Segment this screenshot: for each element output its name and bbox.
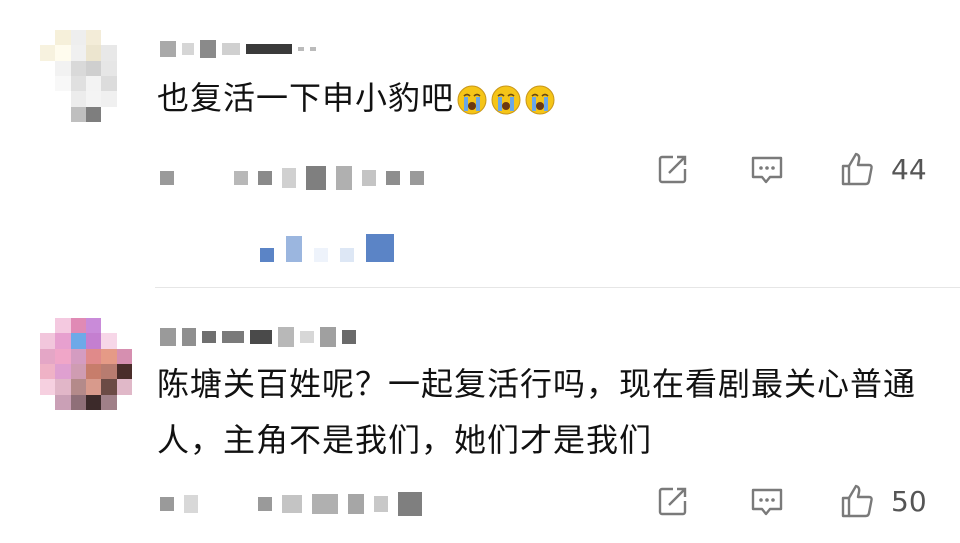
share-icon[interactable] — [655, 151, 691, 187]
crying-face-icon — [491, 85, 521, 115]
comment-item: 陈塘关百姓呢？一起复活行吗，现在看剧最关心普通人，主角不是我们，她们才是我们 5… — [0, 288, 960, 543]
crying-face-icon — [525, 85, 555, 115]
crying-face-icon — [457, 85, 487, 115]
comment-actions: 44 — [655, 151, 927, 187]
comment-body: 也复活一下申小豹吧 — [157, 79, 455, 117]
comment-meta-mosaic — [160, 166, 424, 190]
comment-actions: 50 — [655, 483, 927, 519]
username-mosaic[interactable] — [160, 36, 316, 62]
share-icon[interactable] — [655, 483, 691, 519]
avatar[interactable] — [40, 318, 132, 410]
comment-text: 也复活一下申小豹吧 — [157, 70, 917, 126]
view-replies-link[interactable] — [260, 230, 394, 262]
avatar[interactable] — [40, 30, 132, 122]
reply-comment-icon[interactable] — [749, 483, 785, 519]
comment-text: 陈塘关百姓呢？一起复活行吗，现在看剧最关心普通人，主角不是我们，她们才是我们 — [157, 365, 917, 459]
comment-meta-mosaic — [160, 492, 422, 516]
like-button[interactable]: 50 — [839, 483, 927, 519]
like-count: 50 — [891, 484, 927, 518]
comment-item: 也复活一下申小豹吧 44 — [0, 0, 960, 287]
thumbs-up-icon — [841, 484, 873, 518]
username-mosaic[interactable] — [160, 324, 356, 350]
thumbs-up-icon — [841, 152, 873, 186]
like-button[interactable]: 44 — [839, 151, 927, 187]
like-count: 44 — [891, 152, 927, 186]
reply-comment-icon[interactable] — [749, 151, 785, 187]
